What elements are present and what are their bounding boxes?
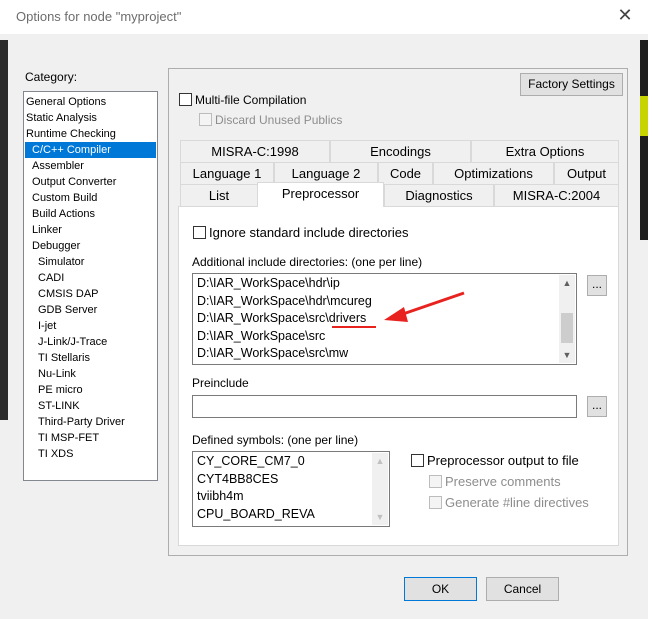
cancel-button[interactable]: Cancel	[486, 577, 559, 601]
annotation-arrow-shaft	[399, 291, 465, 317]
tab-preprocessor[interactable]: Preprocessor	[257, 182, 384, 207]
annotation-overlay	[332, 291, 465, 328]
annotation-arrow-head	[384, 307, 408, 322]
ok-button[interactable]: OK	[404, 577, 477, 601]
